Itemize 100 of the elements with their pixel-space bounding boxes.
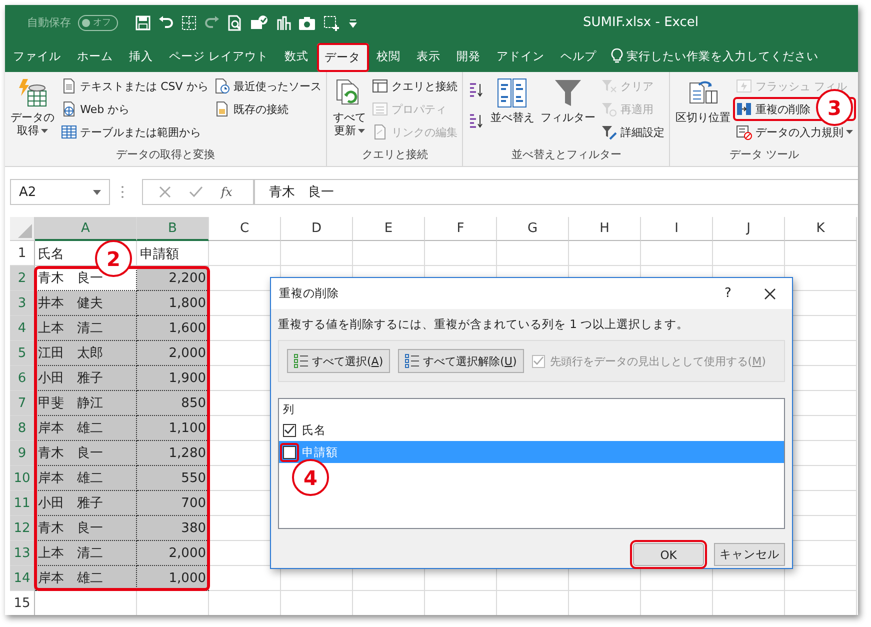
panel-icon (372, 78, 388, 94)
print-preview-icon[interactable] (227, 14, 243, 30)
remove-duplicates-icon (736, 101, 752, 117)
flash-fill-icon (736, 78, 752, 94)
ribbon-tab[interactable]: 表示 (408, 40, 449, 72)
select-all-button[interactable]: すべて選択(A) (287, 349, 390, 373)
ribbon-tab[interactable]: 開発 (448, 40, 489, 72)
undo-icon[interactable] (158, 14, 174, 30)
column-header[interactable]: B (137, 217, 209, 241)
ribbon-tab[interactable]: ファイル (5, 40, 69, 72)
caret-icon (358, 129, 365, 134)
column-list-item[interactable]: 氏名 (279, 419, 784, 441)
table-cell: 小田 雅子 (35, 491, 137, 516)
ribbon-tab[interactable]: 数式 (276, 40, 317, 72)
column-header[interactable]: I (641, 217, 713, 241)
tell-me-search[interactable]: 実行したい作業を入力してください (610, 40, 819, 72)
row-header[interactable]: 12 (10, 516, 35, 541)
ribbon-tab[interactable]: ページ レイアウト (161, 40, 277, 72)
ok-button[interactable]: OK (633, 543, 704, 566)
column-header[interactable]: J (713, 217, 785, 241)
ribbon-button[interactable]: 区切り位置 (673, 75, 732, 126)
checkbox[interactable] (283, 424, 296, 436)
group-label: データ ツール (728, 147, 800, 163)
sort-icon (496, 77, 528, 109)
ribbon-tab[interactable]: ホーム (69, 40, 121, 72)
row-header[interactable]: 9 (10, 441, 35, 466)
row-header[interactable]: 5 (10, 341, 35, 366)
checkbox[interactable] (283, 446, 296, 458)
ribbon-button[interactable]: 並べ替え (488, 75, 536, 126)
caret-icon (41, 129, 48, 134)
table-cell-text: 申請額 (140, 246, 179, 262)
unselect-all-button[interactable]: すべて選択解除(U) (398, 349, 524, 373)
column-header[interactable]: K (785, 217, 857, 241)
row-header[interactable]: 14 (10, 566, 35, 591)
formula-field[interactable]: 青木 良一 (254, 179, 858, 205)
row-header[interactable]: 3 (10, 291, 35, 316)
save-icon[interactable] (135, 14, 151, 30)
row-header[interactable]: 1 (10, 241, 35, 266)
row-header[interactable]: 10 (10, 466, 35, 491)
ribbon-tab[interactable]: アドイン (488, 40, 553, 72)
row-header[interactable]: 13 (10, 541, 35, 566)
borders-icon[interactable] (181, 14, 197, 30)
column-header[interactable]: E (353, 217, 425, 241)
dropdown-icon (93, 190, 101, 194)
camera-icon[interactable] (298, 14, 316, 30)
column-header[interactable]: F (425, 217, 497, 241)
ribbon-button[interactable]: クエリと接続 (370, 75, 460, 97)
check-stamp-icon[interactable] (250, 14, 268, 30)
column-header[interactable]: A (35, 217, 137, 241)
table-cell: 2,000 (137, 341, 209, 366)
group-label: データの取得と変換 (115, 147, 216, 163)
cancel-button[interactable]: キャンセル (714, 543, 785, 566)
insert-function-button[interactable]: fx (221, 185, 232, 199)
triangle-icon (18, 224, 32, 238)
ribbon-button[interactable]: フィルター (538, 75, 598, 126)
table-cell: 850 (137, 391, 209, 416)
table-cell: 1,800 (137, 291, 209, 316)
link-document-icon (372, 124, 388, 140)
validation-icon (736, 124, 752, 140)
table-cell: 岸本 雄二 (35, 466, 137, 491)
check-icon (284, 424, 295, 436)
ribbon-button[interactable]: 最近使ったソース (212, 75, 324, 97)
ribbon-tab[interactable]: ヘルプ (552, 40, 605, 72)
customize-icon[interactable] (348, 18, 358, 28)
ribbon-tab[interactable]: 挿入 (121, 40, 161, 72)
name-box[interactable]: A2 (10, 179, 110, 205)
dialog-description: 重複する値を削除するには、重複が含まれている列を 1 つ以上選択します。 (278, 317, 690, 332)
row-header[interactable]: 8 (10, 416, 35, 441)
ribbon-button[interactable]: テキストまたは CSV から (59, 75, 210, 97)
table-cell: 青木 良一 (35, 516, 137, 541)
table-cell: 小田 雅子 (35, 366, 137, 391)
row-header[interactable]: 6 (10, 366, 35, 391)
table-cell: 岸本 雄二 (35, 416, 137, 441)
row-header[interactable]: 2 (10, 266, 35, 291)
column-header[interactable]: C (209, 217, 281, 241)
table-cell: 1,900 (137, 366, 209, 391)
advanced-filter-icon (601, 124, 618, 140)
table-cell: 甲斐 静江 (35, 391, 137, 416)
ribbon-button[interactable]: Web から (59, 98, 210, 120)
redo-icon[interactable] (204, 14, 220, 30)
row-header[interactable]: 7 (10, 391, 35, 416)
ribbon-button[interactable]: テーブルまたは範囲から (59, 121, 210, 143)
ribbon-button[interactable]: 詳細設定 (599, 121, 666, 143)
ribbon-button[interactable]: 既存の接続 (212, 98, 324, 120)
row-header[interactable]: 4 (10, 316, 35, 341)
row-header[interactable]: 11 (10, 491, 35, 516)
column-header[interactable]: G (497, 217, 569, 241)
sort-descending-icon (468, 113, 484, 129)
help-button[interactable]: ? (708, 286, 748, 301)
select-add-icon[interactable] (323, 14, 341, 30)
row-header[interactable]: 15 (10, 591, 35, 615)
ribbon-tab[interactable]: データ (316, 43, 369, 72)
caret-icon (846, 130, 854, 134)
chart-icon[interactable] (275, 14, 291, 30)
column-header[interactable]: D (281, 217, 353, 241)
ribbon-button[interactable]: データの取得 (8, 75, 58, 140)
column-header[interactable]: H (569, 217, 641, 241)
ribbon-button[interactable]: すべて更新 (330, 75, 368, 140)
table-cell-text: 氏名 (38, 246, 64, 262)
ribbon-tab[interactable]: 校閲 (368, 40, 409, 72)
